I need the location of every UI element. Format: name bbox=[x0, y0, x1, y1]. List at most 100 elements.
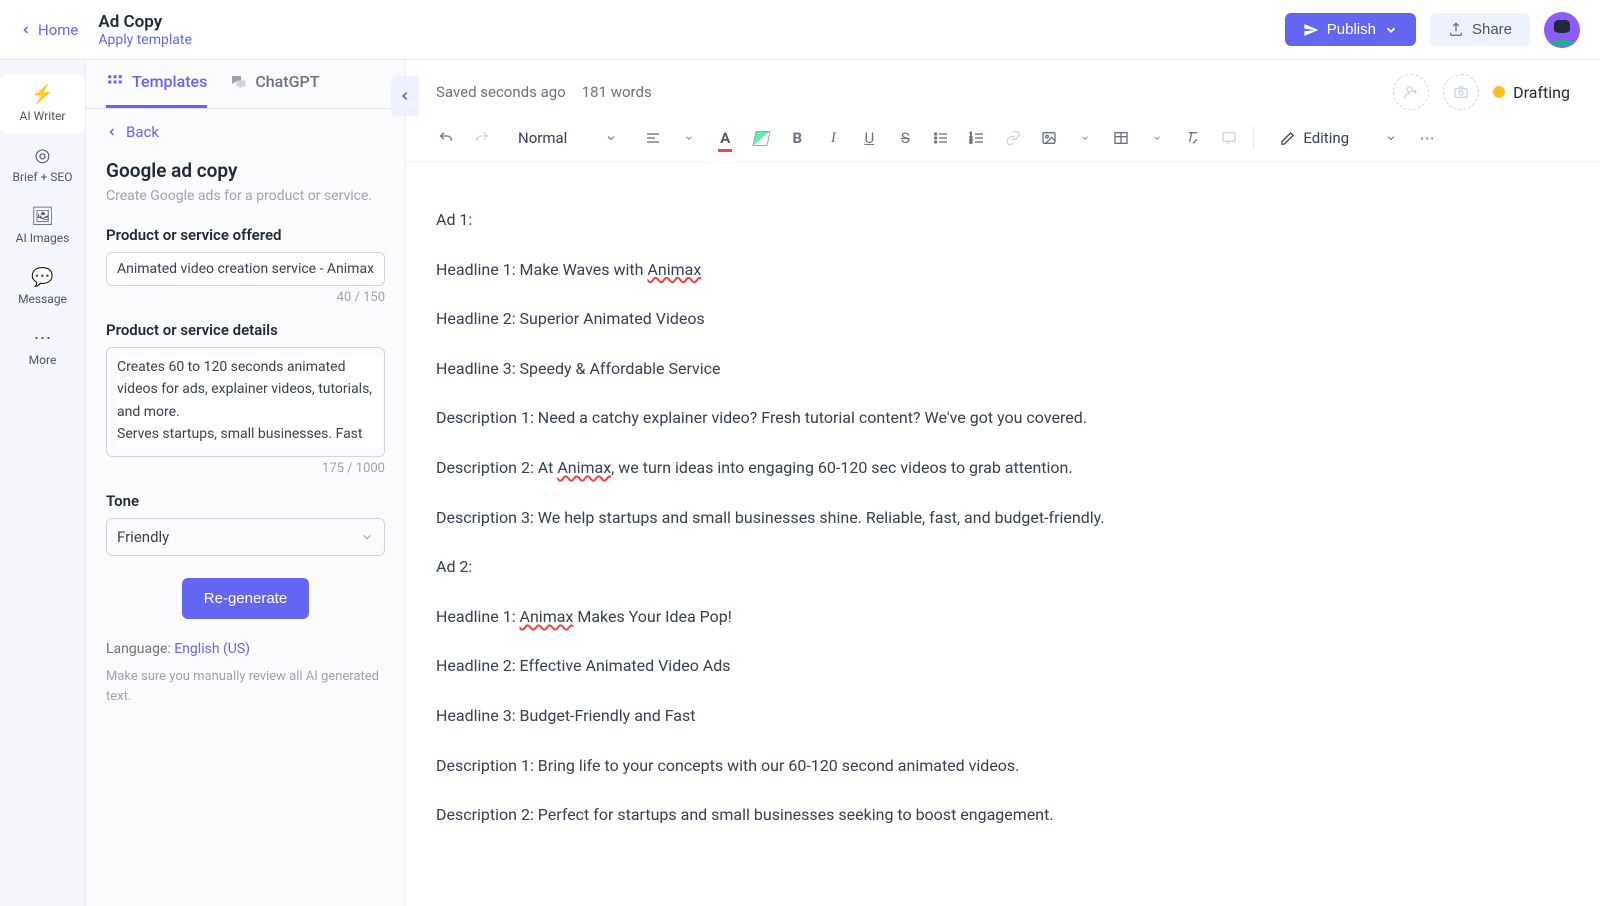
template-tabs: Templates ChatGPT bbox=[86, 60, 405, 109]
top-left: Home Ad Copy Apply template bbox=[20, 12, 192, 48]
rail-item-more[interactable]: ⋯ More bbox=[0, 318, 85, 377]
chevron-down-icon bbox=[360, 530, 374, 544]
chevron-down-icon bbox=[1152, 133, 1162, 143]
doc-line[interactable]: Ad 2: bbox=[436, 554, 1316, 580]
doc-line[interactable]: Ad 1: bbox=[436, 207, 1316, 233]
highlight-button[interactable] bbox=[745, 122, 777, 154]
details-wrap bbox=[106, 347, 385, 457]
presence-button[interactable] bbox=[1443, 74, 1479, 110]
rail-item-message[interactable]: 💬 Message bbox=[0, 257, 85, 316]
doc-line[interactable]: Description 2: Perfect for startups and … bbox=[436, 802, 1316, 828]
text-color-button[interactable]: A bbox=[709, 122, 741, 154]
draft-status[interactable]: Drafting bbox=[1493, 83, 1570, 102]
details-textarea[interactable] bbox=[117, 356, 382, 448]
redo-button[interactable] bbox=[466, 122, 498, 154]
template-body: Back Google ad copy Create Google ads fo… bbox=[86, 109, 405, 720]
chevron-left-icon bbox=[398, 89, 412, 103]
more-toolbar-button[interactable]: ⋯ bbox=[1411, 122, 1443, 154]
rail-label: AI Writer bbox=[20, 109, 66, 123]
template-title: Google ad copy bbox=[106, 159, 385, 182]
language-link[interactable]: English (US) bbox=[174, 641, 250, 657]
list-bullet-icon bbox=[933, 130, 949, 146]
image-button[interactable] bbox=[1033, 122, 1065, 154]
share-button[interactable]: Share bbox=[1430, 13, 1530, 46]
doc-line[interactable]: Headline 1: Make Waves with Animax bbox=[436, 257, 1316, 283]
status-right: Drafting bbox=[1393, 74, 1570, 110]
link-icon bbox=[1005, 130, 1021, 146]
publish-button[interactable]: Publish bbox=[1285, 13, 1416, 46]
tone-select[interactable]: Friendly bbox=[106, 518, 385, 556]
collapse-panel-button[interactable] bbox=[391, 76, 419, 116]
doc-line[interactable]: Headline 1: Animax Makes Your Idea Pop! bbox=[436, 604, 1316, 630]
chevron-left-icon bbox=[106, 126, 118, 138]
saved-status: Saved seconds ago bbox=[436, 83, 566, 101]
mode-label: Editing bbox=[1303, 129, 1349, 147]
chat-icon: 💬 bbox=[31, 267, 53, 288]
underline-icon: U bbox=[864, 129, 874, 147]
numbered-list-button[interactable]: 123 bbox=[961, 122, 993, 154]
left-rail: ⚡ AI Writer ◎ Brief + SEO 🖼 AI Images 💬 … bbox=[0, 60, 86, 906]
clear-format-button[interactable] bbox=[1177, 122, 1209, 154]
doc-line[interactable]: Description 2: At Animax, we turn ideas … bbox=[436, 455, 1316, 481]
spellcheck-squiggle[interactable]: Animax bbox=[557, 458, 611, 477]
doc-line[interactable]: Headline 3: Speedy & Affordable Service bbox=[436, 356, 1316, 382]
doc-line[interactable]: Headline 2: Effective Animated Video Ads bbox=[436, 653, 1316, 679]
editing-mode-select[interactable]: Editing bbox=[1270, 123, 1407, 153]
italic-icon: I bbox=[831, 130, 836, 147]
bullet-list-button[interactable] bbox=[925, 122, 957, 154]
link-button[interactable] bbox=[997, 122, 1029, 154]
table-button[interactable] bbox=[1105, 122, 1137, 154]
tab-chatgpt[interactable]: ChatGPT bbox=[229, 72, 319, 108]
bold-button[interactable]: B bbox=[781, 122, 813, 154]
doc-line[interactable]: Description 1: Bring life to your concep… bbox=[436, 753, 1316, 779]
publish-label: Publish bbox=[1327, 21, 1376, 38]
image-icon: 🖼 bbox=[31, 206, 54, 227]
underline-button[interactable]: U bbox=[853, 122, 885, 154]
strikethrough-button[interactable]: S bbox=[889, 122, 921, 154]
chevron-down-icon bbox=[684, 133, 694, 143]
spellcheck-squiggle[interactable]: Animax bbox=[520, 607, 574, 626]
doc-line[interactable]: Headline 3: Budget-Friendly and Fast bbox=[436, 703, 1316, 729]
align-dropdown[interactable] bbox=[673, 122, 705, 154]
paragraph-style-select[interactable]: Normal bbox=[508, 123, 627, 153]
svg-text:3: 3 bbox=[970, 139, 973, 145]
doc-line[interactable]: Description 3: We help startups and smal… bbox=[436, 505, 1316, 531]
back-button[interactable]: Back bbox=[106, 123, 385, 141]
apply-template-link[interactable]: Apply template bbox=[98, 32, 192, 48]
image-dropdown[interactable] bbox=[1069, 122, 1101, 154]
product-input[interactable] bbox=[106, 252, 385, 286]
undo-button[interactable] bbox=[430, 122, 462, 154]
rail-item-ai-images[interactable]: 🖼 AI Images bbox=[0, 196, 85, 255]
rail-item-ai-writer[interactable]: ⚡ AI Writer bbox=[0, 74, 85, 133]
spellcheck-squiggle[interactable]: Animax bbox=[647, 260, 701, 279]
italic-button[interactable]: I bbox=[817, 122, 849, 154]
text-color-icon: A bbox=[720, 129, 730, 147]
comment-button[interactable] bbox=[1213, 122, 1245, 154]
doc-line[interactable]: Description 1: Need a catchy explainer v… bbox=[436, 405, 1316, 431]
doc-title[interactable]: Ad Copy bbox=[98, 12, 192, 32]
camera-icon bbox=[1453, 84, 1469, 100]
product-counter: 40 / 150 bbox=[106, 290, 385, 305]
doc-line[interactable]: Headline 2: Superior Animated Videos bbox=[436, 306, 1316, 332]
top-header: Home Ad Copy Apply template Publish Shar… bbox=[0, 0, 1600, 60]
add-collaborator-button[interactable] bbox=[1393, 74, 1429, 110]
document-body[interactable]: Ad 1: Headline 1: Make Waves with Animax H… bbox=[406, 163, 1600, 906]
share-label: Share bbox=[1472, 21, 1512, 38]
align-left-icon bbox=[645, 130, 661, 146]
align-button[interactable] bbox=[637, 122, 669, 154]
user-avatar[interactable] bbox=[1544, 12, 1580, 48]
more-icon: ⋯ bbox=[34, 328, 52, 349]
rail-item-brief-seo[interactable]: ◎ Brief + SEO bbox=[0, 135, 85, 194]
regenerate-button[interactable]: Re-generate bbox=[182, 578, 309, 619]
table-dropdown[interactable] bbox=[1141, 122, 1173, 154]
draft-label: Drafting bbox=[1513, 83, 1570, 102]
document-content[interactable]: Ad 1: Headline 1: Make Waves with Animax H… bbox=[436, 207, 1316, 828]
tab-templates[interactable]: Templates bbox=[106, 72, 207, 108]
chevron-down-icon bbox=[605, 132, 617, 144]
home-button[interactable]: Home bbox=[20, 21, 78, 39]
language-label: Language: bbox=[106, 641, 174, 657]
chevron-down-icon bbox=[1384, 23, 1398, 37]
tone-select-wrap: Friendly bbox=[106, 518, 385, 556]
comment-icon bbox=[1221, 130, 1237, 146]
ai-disclaimer: Make sure you manually review all AI gen… bbox=[106, 667, 385, 706]
